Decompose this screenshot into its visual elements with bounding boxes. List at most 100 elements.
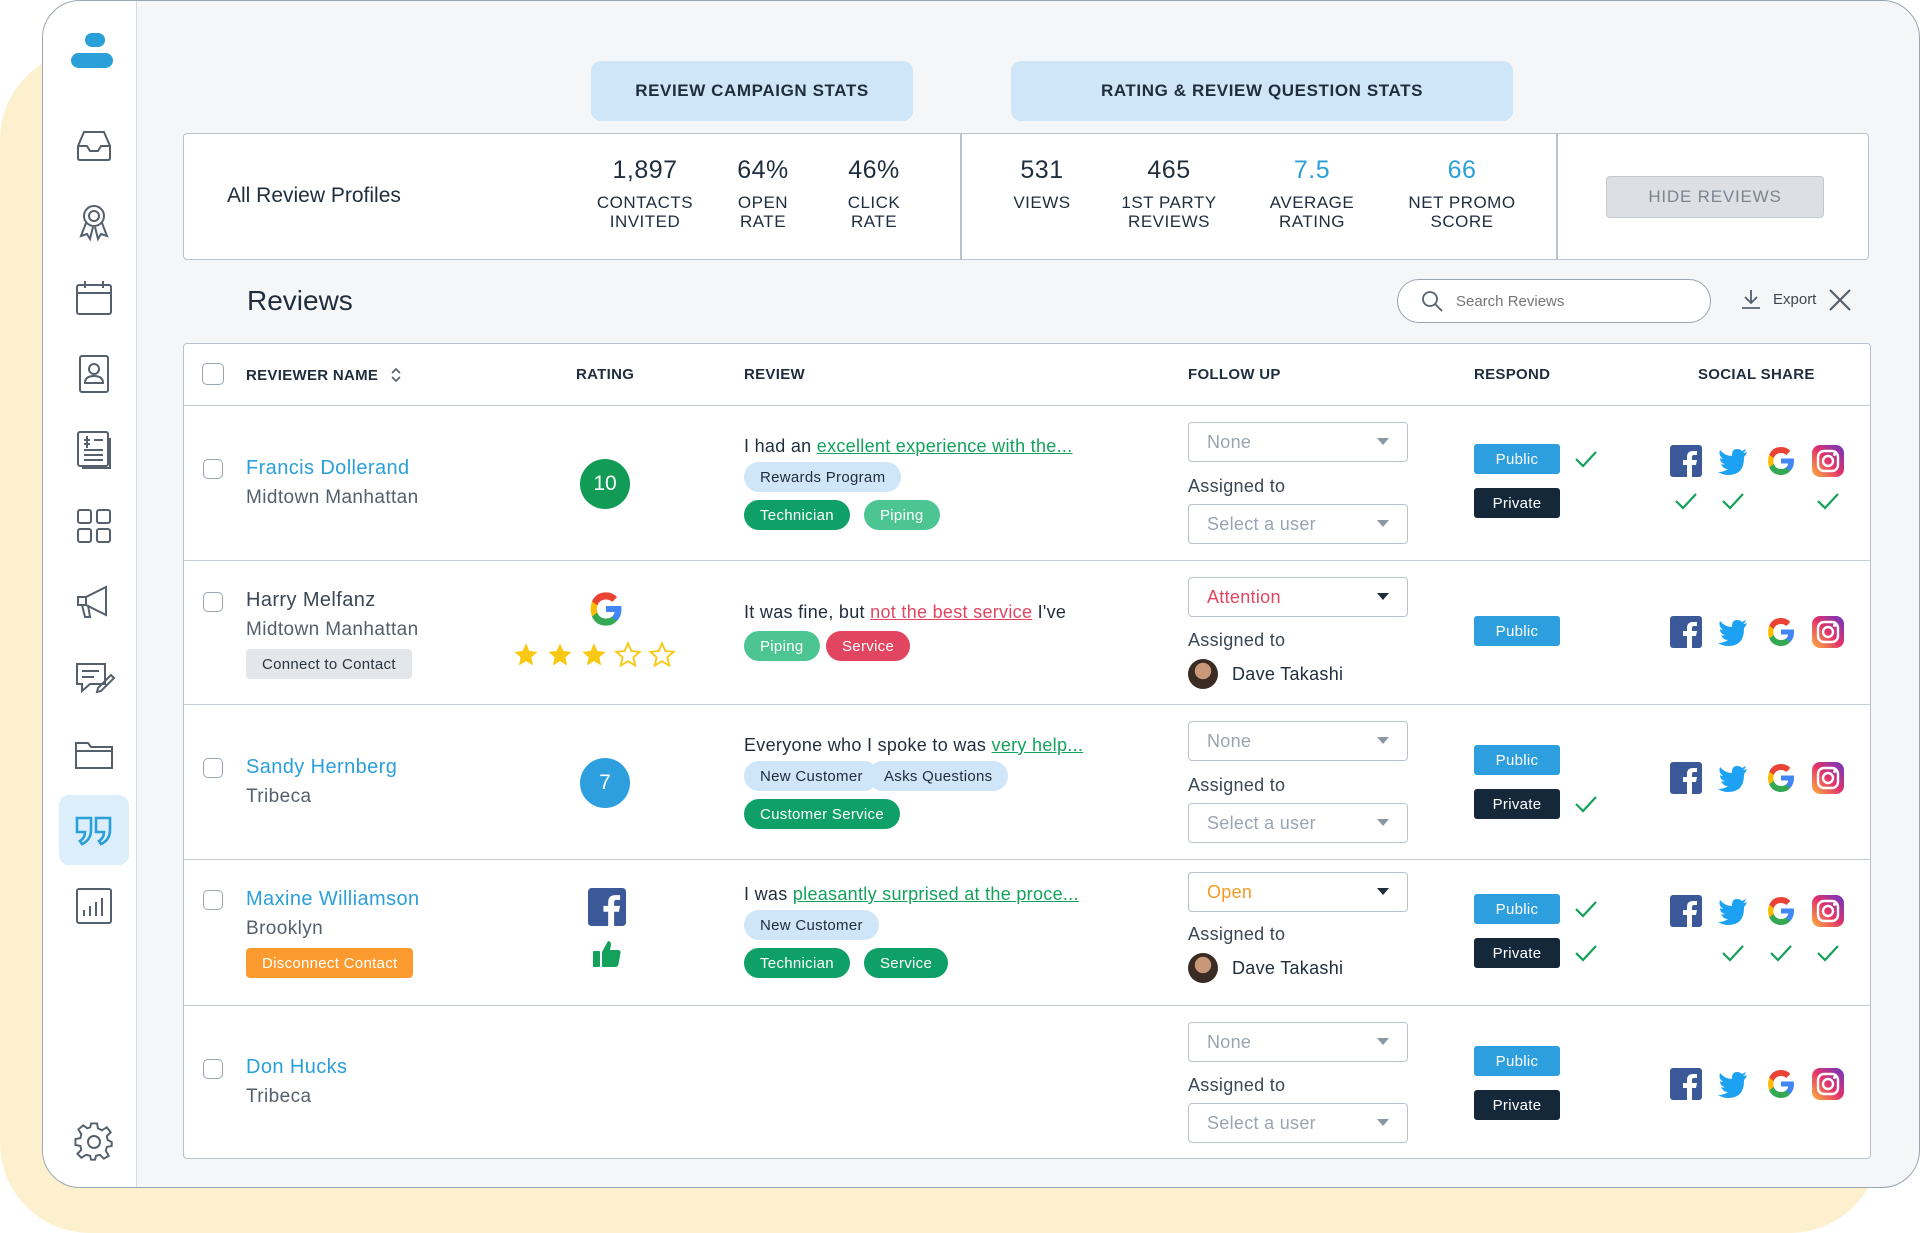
instagram-icon[interactable] xyxy=(1812,895,1844,927)
follow-up-select[interactable]: None xyxy=(1188,721,1408,761)
facebook-icon[interactable] xyxy=(1670,616,1702,648)
disconnect-contact-button[interactable]: Disconnect Contact xyxy=(246,948,414,978)
row-checkbox[interactable] xyxy=(203,758,223,778)
row-checkbox[interactable] xyxy=(203,1059,223,1079)
follow-up-select[interactable]: None xyxy=(1188,422,1408,462)
star-filled-icon xyxy=(582,643,606,666)
review-tag[interactable]: New Customer xyxy=(744,910,879,940)
search-reviews[interactable] xyxy=(1397,279,1711,323)
review-tag[interactable]: Customer Service xyxy=(744,799,901,829)
close-icon[interactable] xyxy=(1825,285,1855,315)
respond-public-button[interactable]: Public xyxy=(1474,1046,1560,1076)
sidebar-item-files[interactable] xyxy=(59,719,129,789)
check-icon xyxy=(1575,945,1597,962)
quote-reviews-icon xyxy=(75,816,112,846)
twitter-icon[interactable] xyxy=(1717,895,1749,927)
review-text[interactable]: I was pleasantly surprised at the proce.… xyxy=(744,884,1079,905)
reviewer-name[interactable]: Francis Dollerand xyxy=(246,457,410,480)
sidebar-item-campaigns[interactable] xyxy=(59,567,129,637)
review-tag[interactable]: New Customer xyxy=(744,761,879,791)
follow-up-select[interactable]: Open xyxy=(1188,872,1408,912)
instagram-icon[interactable] xyxy=(1812,1068,1844,1100)
sidebar-item-settings[interactable] xyxy=(59,1107,129,1177)
instagram-icon[interactable] xyxy=(1812,445,1844,477)
contact-card-icon xyxy=(79,355,109,393)
row-checkbox[interactable] xyxy=(203,592,223,612)
review-text[interactable]: I had an excellent experience with the..… xyxy=(744,436,1073,457)
review-tag[interactable]: Rewards Program xyxy=(744,462,902,492)
assigned-user[interactable]: Dave Takashi xyxy=(1188,953,1343,983)
chevron-down-icon xyxy=(1377,593,1389,600)
star-rating xyxy=(512,641,676,669)
google-icon[interactable] xyxy=(1765,762,1797,794)
respond-public-button[interactable]: Public xyxy=(1474,616,1560,646)
row-checkbox[interactable] xyxy=(203,890,223,910)
sidebar-item-calendar[interactable] xyxy=(59,263,129,333)
table-row: Maxine Williamson Brooklyn Disconnect Co… xyxy=(184,860,1870,1006)
export-button[interactable]: Export xyxy=(1739,287,1816,311)
column-respond: RESPOND xyxy=(1474,366,1551,383)
google-icon[interactable] xyxy=(1765,445,1797,477)
assigned-user[interactable]: Dave Takashi xyxy=(1188,659,1343,689)
review-text[interactable]: It was fine, but not the best service I'… xyxy=(744,602,1066,623)
instagram-icon[interactable] xyxy=(1812,762,1844,794)
reviewer-name[interactable]: Sandy Hernberg xyxy=(246,756,397,779)
facebook-icon[interactable] xyxy=(1670,445,1702,477)
sidebar-item-awards[interactable] xyxy=(59,187,129,257)
sidebar-item-invoices[interactable] xyxy=(59,415,129,485)
review-tag[interactable]: Technician xyxy=(744,500,850,530)
review-tag[interactable]: Piping xyxy=(744,631,820,661)
row-checkbox[interactable] xyxy=(203,459,223,479)
review-tag[interactable]: Asks Questions xyxy=(868,761,1009,791)
google-icon[interactable] xyxy=(1765,616,1797,648)
sidebar-item-messages[interactable] xyxy=(59,643,129,713)
check-icon xyxy=(1722,945,1744,962)
respond-private-button[interactable]: Private xyxy=(1474,938,1560,968)
sidebar-item-contacts[interactable] xyxy=(59,339,129,409)
follow-up-select[interactable]: Attention xyxy=(1188,577,1408,617)
reviewer-name[interactable]: Maxine Williamson xyxy=(246,888,420,911)
facebook-icon[interactable] xyxy=(1670,1068,1702,1100)
search-input[interactable] xyxy=(1456,292,1686,310)
respond-private-button[interactable]: Private xyxy=(1474,1090,1560,1120)
twitter-icon[interactable] xyxy=(1717,1068,1749,1100)
twitter-icon[interactable] xyxy=(1717,445,1749,477)
google-icon[interactable] xyxy=(1765,1068,1797,1100)
main-content: REVIEW CAMPAIGN STATS RATING & REVIEW QU… xyxy=(137,1,1919,1187)
respond-private-button[interactable]: Private xyxy=(1474,789,1560,819)
sidebar-item-reviews[interactable] xyxy=(59,795,129,865)
table-row: Sandy Hernberg Tribeca 7 Everyone who I … xyxy=(184,705,1870,860)
assign-user-select[interactable]: Select a user xyxy=(1188,803,1408,843)
star-empty-icon xyxy=(648,641,676,668)
profiles-label: All Review Profiles xyxy=(227,184,401,207)
review-tag[interactable]: Technician xyxy=(744,948,850,978)
facebook-icon[interactable] xyxy=(1670,762,1702,794)
twitter-icon[interactable] xyxy=(1717,762,1749,794)
respond-private-button[interactable]: Private xyxy=(1474,488,1560,518)
select-all-checkbox[interactable] xyxy=(202,363,224,385)
column-reviewer-name[interactable]: REVIEWER NAME xyxy=(246,366,403,384)
instagram-icon[interactable] xyxy=(1812,616,1844,648)
follow-up-select[interactable]: None xyxy=(1188,1022,1408,1062)
respond-public-button[interactable]: Public xyxy=(1474,444,1560,474)
reviewer-name[interactable]: Don Hucks xyxy=(246,1056,347,1079)
review-tag[interactable]: Piping xyxy=(864,500,940,530)
respond-public-button[interactable]: Public xyxy=(1474,745,1560,775)
twitter-icon[interactable] xyxy=(1717,616,1749,648)
review-text[interactable]: Everyone who I spoke to was very help... xyxy=(744,735,1083,756)
invoice-icon xyxy=(77,431,111,469)
review-tag[interactable]: Service xyxy=(864,948,949,978)
google-icon[interactable] xyxy=(1765,895,1797,927)
facebook-icon[interactable] xyxy=(1670,895,1702,927)
connect-contact-button[interactable]: Connect to Contact xyxy=(246,649,412,679)
tab-review-campaign-stats[interactable]: REVIEW CAMPAIGN STATS xyxy=(591,61,913,121)
respond-public-button[interactable]: Public xyxy=(1474,894,1560,924)
assign-user-select[interactable]: Select a user xyxy=(1188,504,1408,544)
tab-rating-review-stats[interactable]: RATING & REVIEW QUESTION STATS xyxy=(1011,61,1513,121)
review-tag[interactable]: Service xyxy=(826,631,911,661)
assign-user-select[interactable]: Select a user xyxy=(1188,1103,1408,1143)
sidebar-item-reports[interactable] xyxy=(59,871,129,941)
sidebar-item-inbox[interactable] xyxy=(59,111,129,181)
hide-reviews-button[interactable]: HIDE REVIEWS xyxy=(1606,176,1824,218)
sidebar-item-apps[interactable] xyxy=(59,491,129,561)
